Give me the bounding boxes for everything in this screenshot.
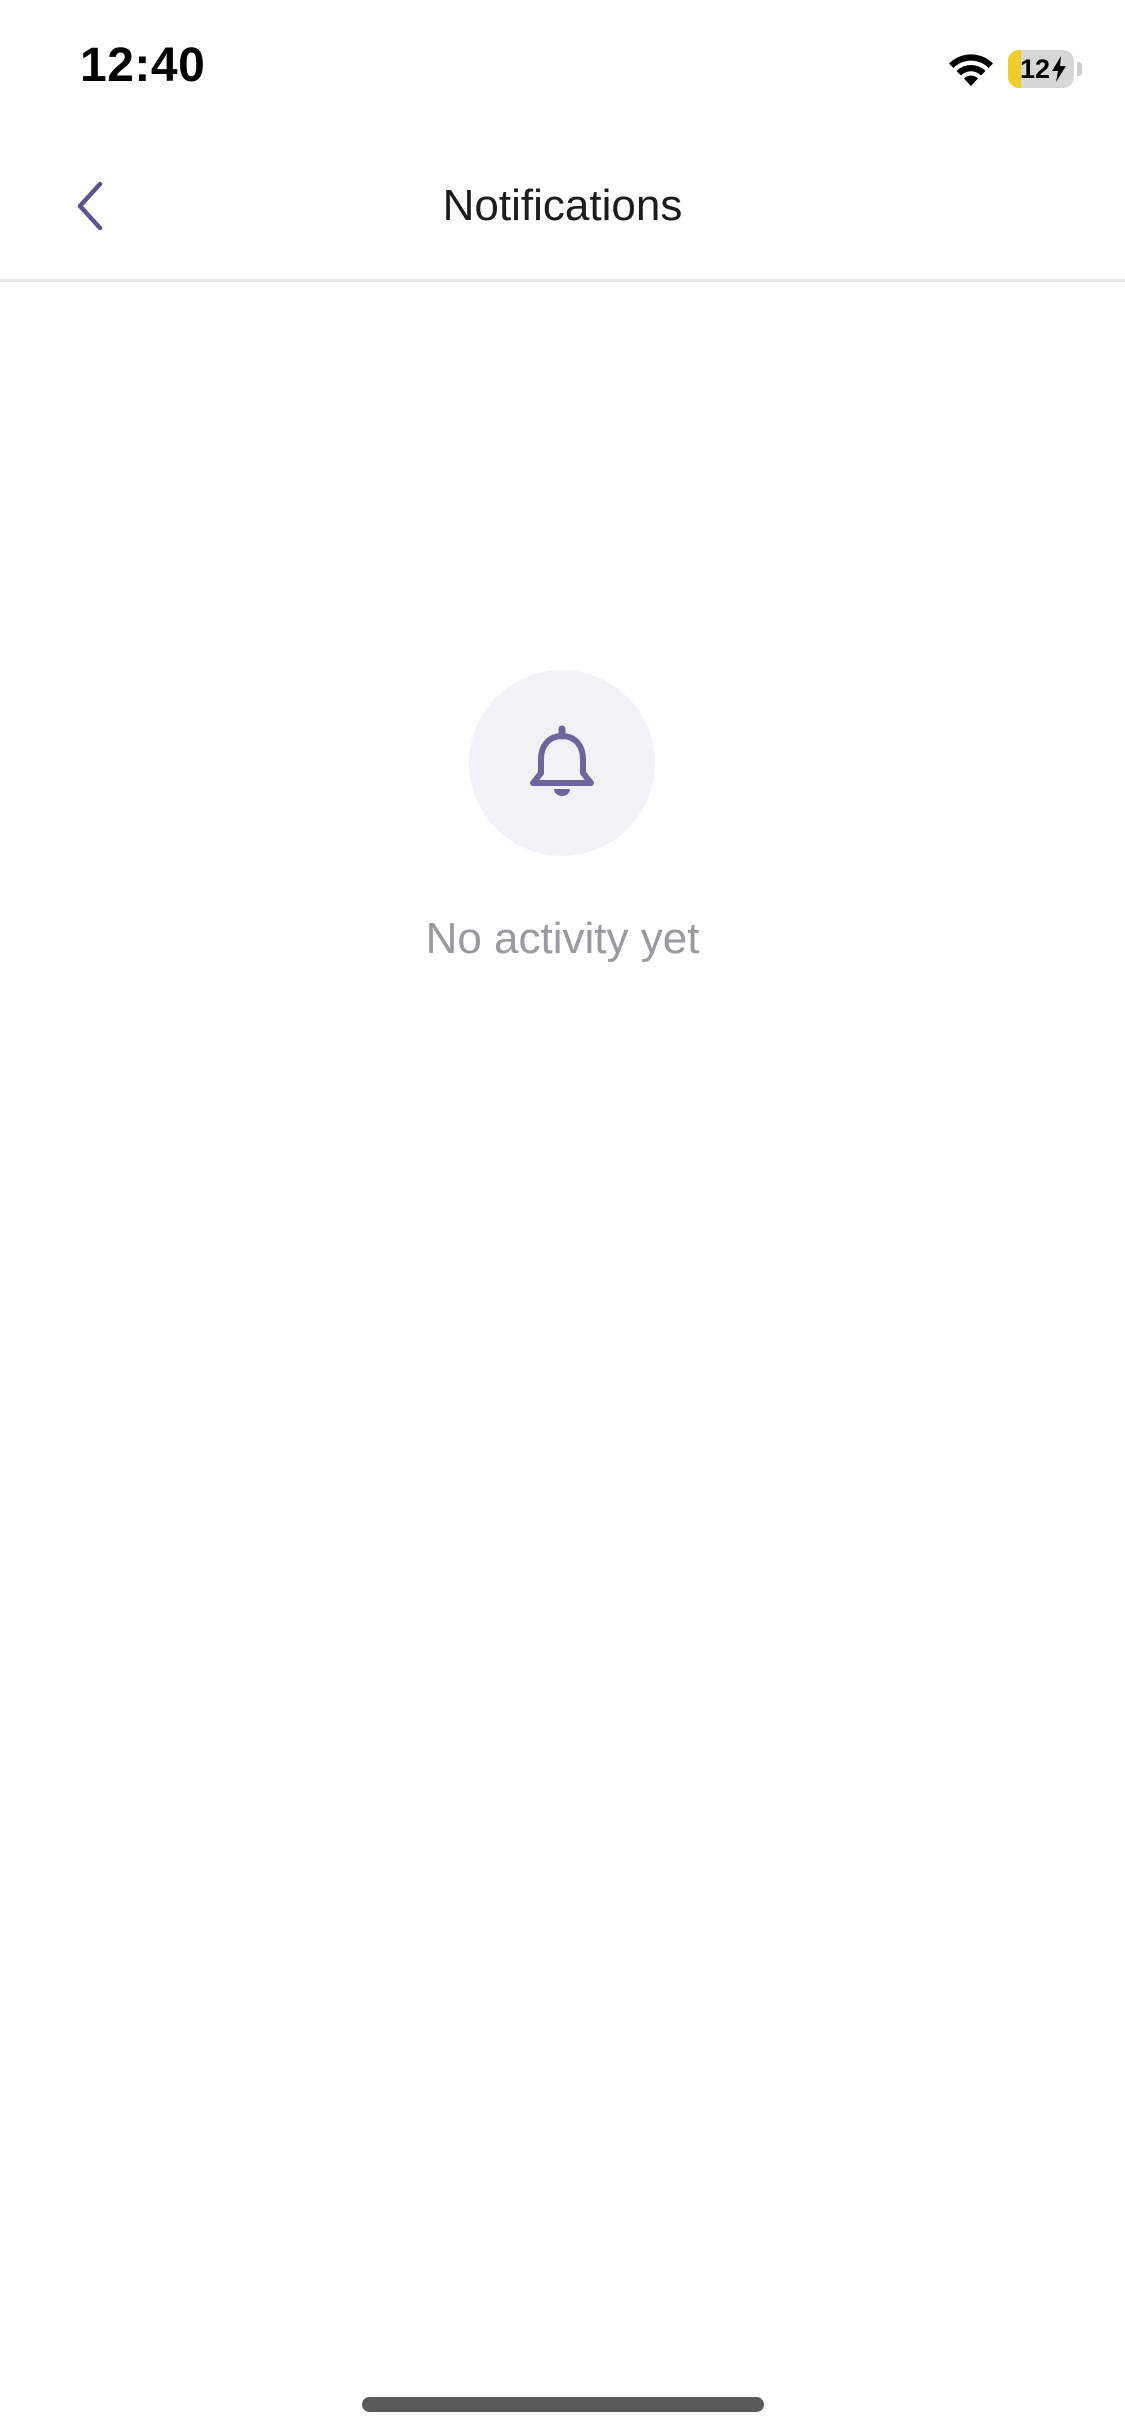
- battery-tip: [1077, 62, 1082, 76]
- page-title: Notifications: [442, 181, 683, 230]
- status-bar: 12:40 12: [0, 0, 1125, 136]
- bolt-icon: [1052, 56, 1066, 82]
- empty-state-message: No activity yet: [425, 914, 700, 963]
- status-time: 12:40: [80, 39, 206, 92]
- home-indicator[interactable]: [362, 2397, 764, 2412]
- wifi-icon: [949, 54, 993, 86]
- bell-icon: [530, 725, 594, 796]
- empty-state-icon-circle: [469, 670, 655, 856]
- notifications-screen: 12:40 12 Notifications No activity yet: [0, 0, 1125, 2436]
- battery-icon: 12: [1008, 50, 1074, 88]
- chevron-left-icon: [77, 181, 103, 231]
- nav-bar: Notifications: [0, 136, 1125, 282]
- back-button[interactable]: [50, 166, 130, 246]
